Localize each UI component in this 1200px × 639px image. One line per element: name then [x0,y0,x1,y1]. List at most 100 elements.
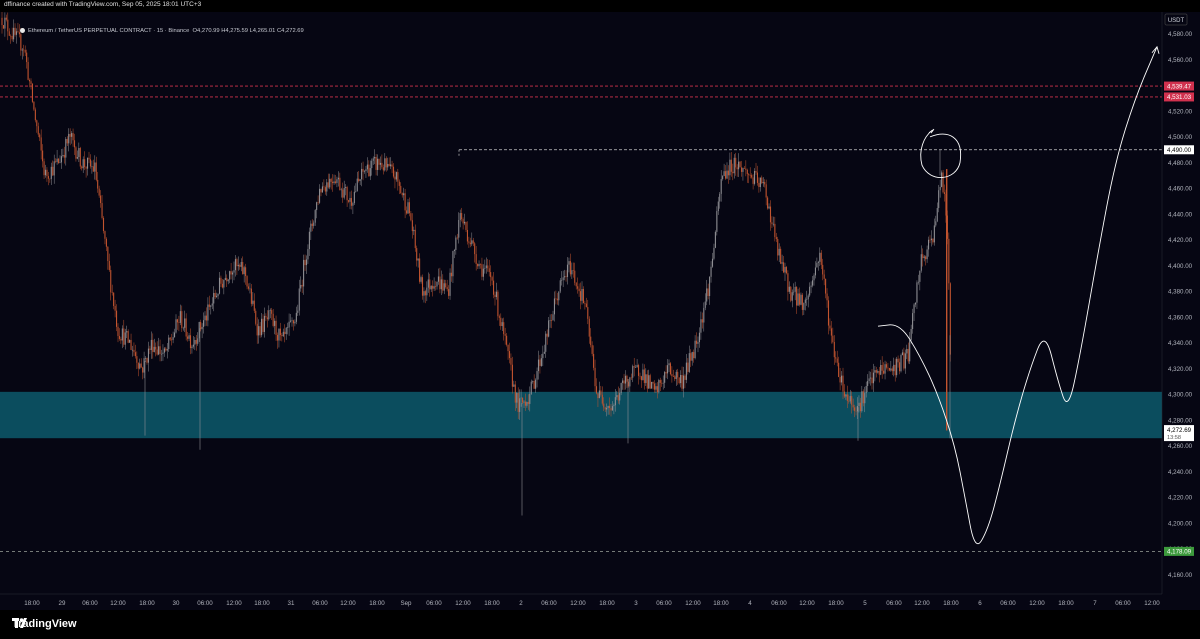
candle-body [714,231,716,248]
candle-body [533,380,535,389]
candle-body [832,335,834,343]
candle-body [329,178,331,188]
candle-body [104,231,106,239]
candle-body [113,292,115,306]
candle-body [233,270,235,273]
candle-body [754,170,756,184]
candle-body [796,286,798,306]
candle-body [694,340,696,359]
candle-body [391,164,393,167]
candle-body [675,371,677,379]
candle-body [730,159,732,172]
candle-body [247,286,250,289]
candle-body [417,258,419,261]
candle-body [549,320,551,321]
candle-body [558,291,560,301]
time-tick-label: 6 [978,600,982,607]
candle-body [437,276,439,282]
candle-body [555,298,557,300]
price-tick-label: 4,200.00 [1168,520,1193,527]
candle-body [735,157,737,168]
candle-body [904,353,906,369]
candle-body [933,225,935,243]
candle-body [2,25,4,29]
candle-body [668,363,670,366]
candle-body [416,248,418,261]
candle-body [913,304,915,314]
candle-body [897,358,899,363]
candle-body [387,163,389,168]
candle-body [825,278,827,294]
candle-body [143,358,145,373]
candle-body [928,239,930,250]
candle-body [230,271,232,275]
candle-body [594,367,596,387]
candle-body [336,179,338,183]
candle-body [37,126,39,135]
candle-body [630,377,632,379]
candle-body [543,351,545,354]
candle-body [324,187,326,192]
candle-body [300,284,302,289]
candle-body [743,168,745,169]
candle-body [131,349,134,351]
candle-body [361,168,363,180]
chart-background [0,12,1200,610]
candle-body [332,181,334,184]
candle-body [366,164,368,170]
candle-body [44,169,47,176]
candle-body [445,283,447,288]
candle-body [854,407,856,411]
candle-body [234,259,236,271]
candle-body [158,346,160,355]
candle-body [350,198,352,206]
symbol-icon [20,28,25,33]
candle-body [469,242,471,245]
candle-body [771,222,773,225]
candle-body [639,375,641,377]
candle-body [166,349,168,351]
candle-body [917,281,919,283]
candle-body [471,240,473,245]
price-tick-label: 4,500.00 [1168,134,1193,141]
tradingview-logo[interactable]: TradingView [12,618,77,630]
candle-body [316,202,318,211]
candle-body [678,377,680,384]
candle-body [632,366,634,378]
candle-body [529,393,531,404]
price-tick-label: 4,460.00 [1168,186,1193,193]
time-tick-label: 06:00 [197,600,213,607]
candle-body [150,339,152,350]
candle-body [171,339,173,341]
candle-body [761,177,763,184]
candle-body [923,256,925,259]
chart-area[interactable]: 4,580.004,560.004,540.004,520.004,500.00… [0,12,1200,610]
candle-body [491,277,493,281]
candle-body [33,101,35,110]
candle-body [430,285,432,290]
candle-body [36,120,38,127]
candle-body [334,181,337,183]
candle-body [565,276,567,277]
candle-body [163,348,165,353]
candle-body [1,17,3,26]
time-tick-label: 12:00 [226,600,242,607]
candle-body [379,162,381,165]
candle-body [84,159,86,168]
candle-body [858,402,860,407]
candle-body [765,184,767,198]
candle-body [842,375,844,392]
candle-body [542,353,544,359]
candle-body [340,189,342,191]
price-tick-label: 4,320.00 [1168,366,1193,373]
price-chart[interactable]: 4,580.004,560.004,540.004,520.004,500.00… [0,12,1200,610]
candle-body [843,391,845,397]
candle-body [114,305,116,311]
candle-body [50,166,52,179]
candle-body [395,172,397,180]
candle-body [614,397,616,406]
candle-body [643,369,645,383]
candle-body [353,191,355,204]
candle-body [711,258,714,267]
candle-body [404,193,406,211]
